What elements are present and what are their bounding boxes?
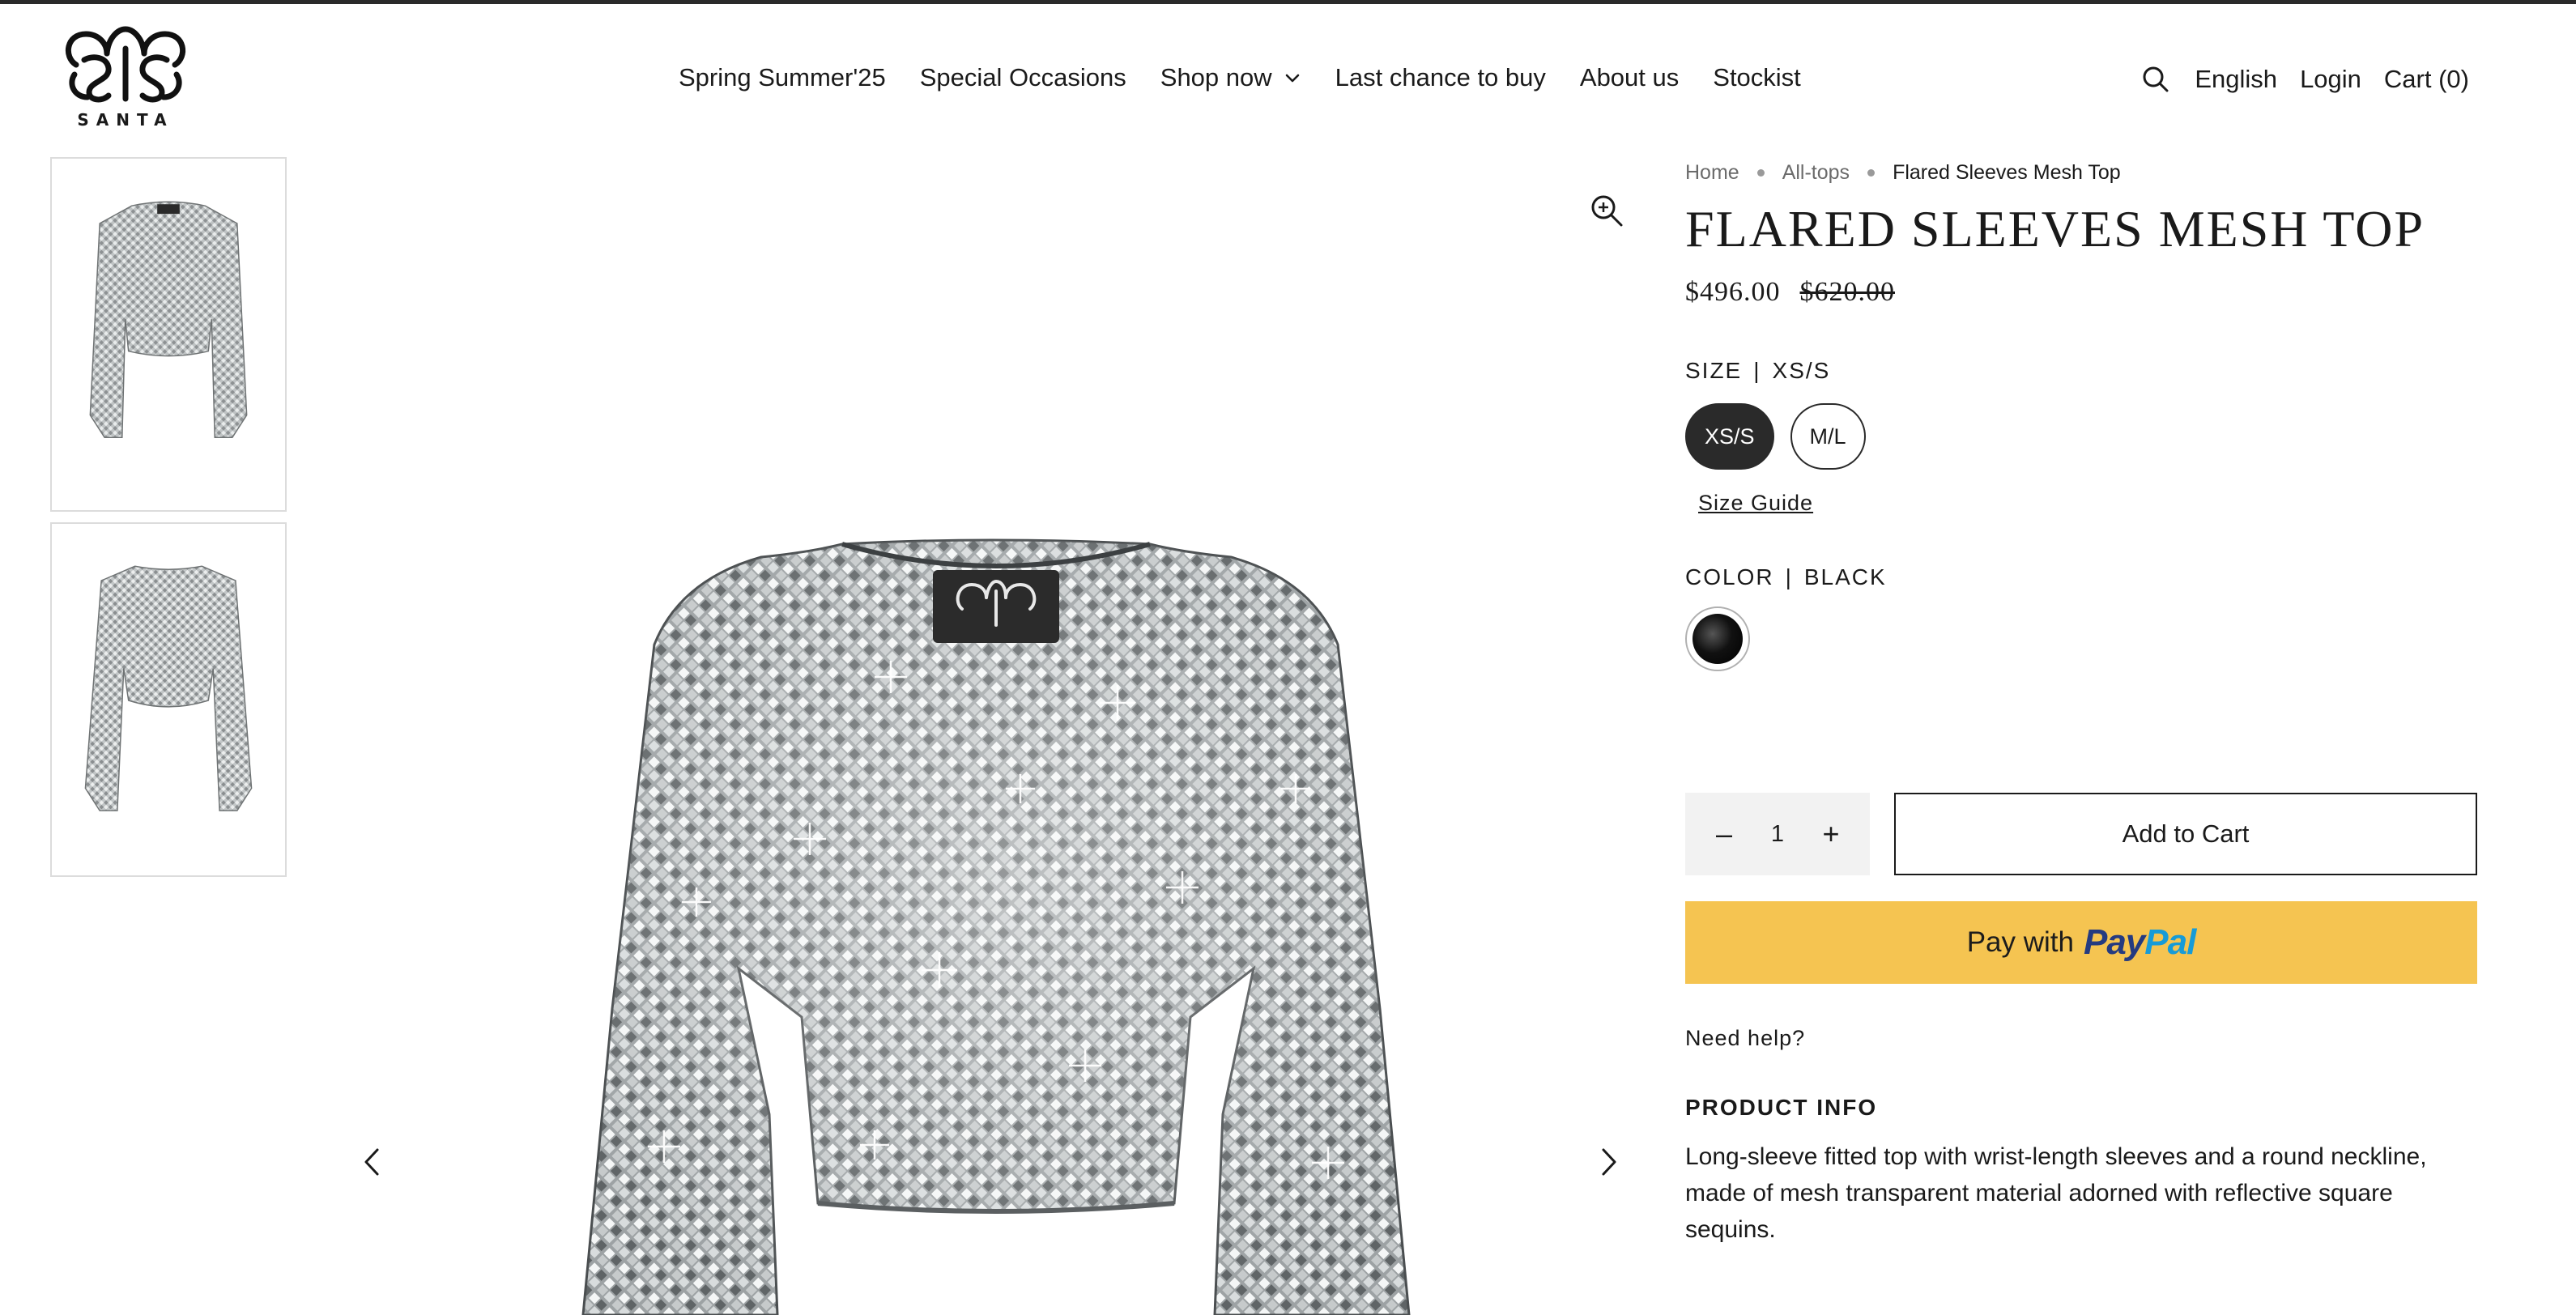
breadcrumb: Home All-tops Flared Sleeves Mesh Top [1685, 159, 2479, 186]
main-nav: Spring Summer'25 Special Occasions Shop … [679, 63, 1801, 92]
language-selector[interactable]: English [2195, 65, 2277, 94]
size-option-label: SIZE | XS/S [1685, 358, 2479, 384]
logo-wordmark: SANTA [77, 110, 174, 130]
nav-item-last-chance[interactable]: Last chance to buy [1335, 63, 1546, 92]
top-border [0, 0, 2576, 4]
nav-item-special-occasions[interactable]: Special Occasions [920, 63, 1126, 92]
breadcrumb-separator [1867, 168, 1876, 177]
paypal-button[interactable]: Pay with PayPal [1685, 901, 2477, 985]
product-title: FLARED SLEEVES MESH TOP [1685, 200, 2425, 257]
add-to-cart-button[interactable]: Add to Cart [1894, 793, 2477, 876]
color-selected-value: BLACK [1803, 564, 1887, 590]
product-info-heading: PRODUCT INFO [1685, 1095, 1878, 1121]
thumbnail-back[interactable] [50, 522, 287, 877]
paypal-logo: PayPal [2083, 922, 2196, 963]
compare-price: $620.00 [1799, 277, 1895, 308]
brand-logo[interactable]: SANTA [60, 24, 191, 131]
size-label: SIZE [1685, 358, 1743, 384]
zoom-icon[interactable] [1587, 191, 1626, 230]
color-option-label: COLOR | BLACK [1685, 564, 2479, 590]
color-separator: | [1785, 564, 1793, 590]
price-block: $496.00 $620.00 [1685, 277, 2479, 308]
size-selector: XS/S M/L [1685, 403, 2479, 470]
breadcrumb-home[interactable]: Home [1685, 161, 1739, 185]
purchase-row: – 1 + Add to Cart [1685, 793, 2479, 876]
sale-price: $496.00 [1685, 277, 1781, 308]
search-icon[interactable] [2140, 63, 2172, 96]
size-option-m-l[interactable]: M/L [1790, 403, 1866, 470]
nav-item-about-us[interactable]: About us [1580, 63, 1679, 92]
chevron-right-icon[interactable] [1592, 1142, 1624, 1182]
size-guide-link[interactable]: Size Guide [1698, 491, 1813, 516]
color-swatch-fill [1692, 614, 1743, 665]
product-info-text: Long-sleeve fitted top with wrist-length… [1685, 1143, 2427, 1244]
chevron-down-icon [1285, 74, 1299, 83]
chevron-left-icon[interactable] [356, 1142, 389, 1182]
nav-item-shop-now-label: Shop now [1160, 63, 1272, 91]
cart-link[interactable]: Cart (0) [2384, 65, 2469, 94]
breadcrumb-current: Flared Sleeves Mesh Top [1893, 160, 2121, 184]
product-thumbnail-front-image [89, 201, 248, 438]
need-help-link[interactable]: Need help? [1685, 1026, 1805, 1051]
login-link[interactable]: Login [2300, 65, 2361, 94]
nav-item-shop-now[interactable]: Shop now [1160, 63, 1301, 92]
thumbnail-front[interactable] [50, 157, 287, 512]
product-main-image[interactable] [356, 159, 1646, 1315]
quantity-value[interactable]: 1 [1771, 821, 1784, 848]
paypal-logo-pay: Pay [2083, 922, 2145, 963]
size-selected-value: XS/S [1772, 358, 1831, 384]
product-thumbnail-back-image [84, 565, 253, 811]
nav-item-stockist[interactable]: Stockist [1713, 63, 1801, 92]
size-option-xs-s[interactable]: XS/S [1685, 403, 1774, 470]
quantity-stepper: – 1 + [1685, 793, 1870, 876]
quantity-increase-button[interactable]: + [1812, 815, 1850, 853]
size-separator: | [1753, 358, 1761, 384]
breadcrumb-category[interactable]: All-tops [1782, 161, 1850, 185]
paypal-prefix: Pay with [1966, 926, 2074, 959]
breadcrumb-separator [1756, 168, 1765, 177]
color-swatch-black[interactable] [1685, 606, 1750, 672]
utility-nav: English Login Cart (0) [2140, 63, 2469, 96]
color-label: COLOR [1685, 564, 1774, 590]
product-photo [581, 538, 1411, 1315]
quantity-decrease-button[interactable]: – [1705, 815, 1744, 853]
paypal-logo-pal: Pal [2144, 922, 2196, 963]
nav-item-spring-summer[interactable]: Spring Summer'25 [679, 63, 886, 92]
product-panel: Home All-tops Flared Sleeves Mesh Top FL… [1685, 159, 2479, 1248]
logo-mark-icon [66, 26, 185, 103]
